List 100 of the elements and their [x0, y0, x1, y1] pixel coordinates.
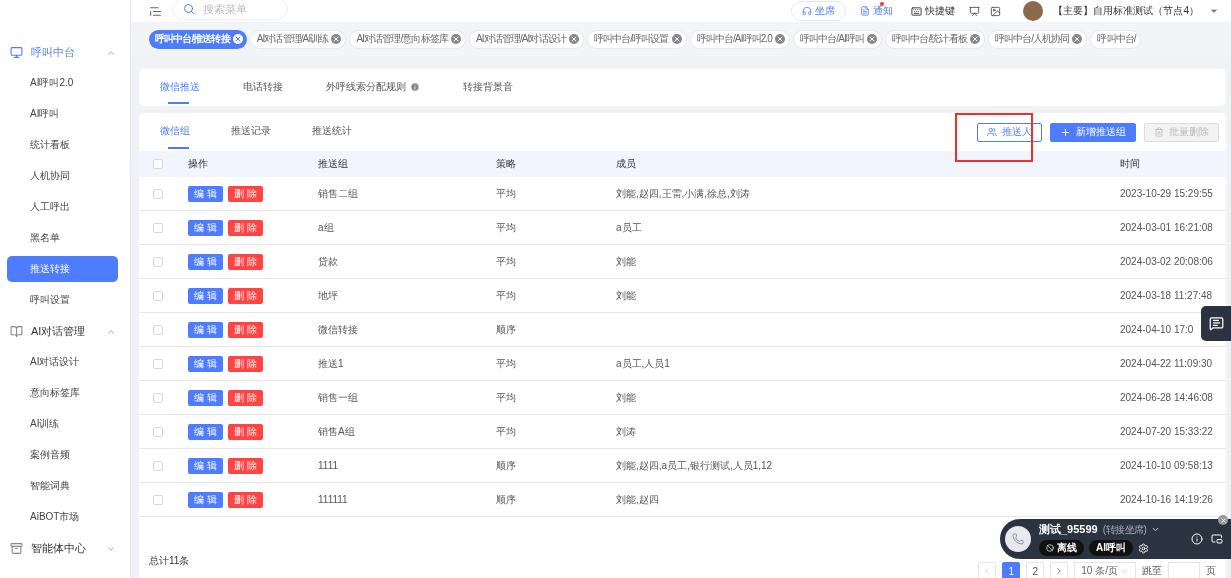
delete-button[interactable]: 删 除 — [228, 287, 263, 304]
ai-call-button[interactable]: AI呼叫 — [1089, 540, 1133, 556]
menu-group[interactable]: AI对话管理 — [0, 316, 130, 347]
tab[interactable]: 推送统计 — [312, 113, 352, 151]
settings-icon[interactable] — [1138, 542, 1149, 554]
menu-group[interactable]: 智能体中心 — [0, 533, 130, 564]
tab[interactable]: 电话转接 — [243, 69, 304, 106]
page-tab[interactable]: 呼叫中台/推送转接 — [149, 29, 247, 49]
notice-link[interactable]: 通知 — [856, 4, 898, 18]
sidebar-item[interactable]: 人工呼出 — [7, 194, 118, 220]
checkbox[interactable] — [153, 494, 163, 505]
edit-button[interactable]: 编 辑 — [188, 457, 223, 474]
edit-button[interactable]: 编 辑 — [188, 219, 223, 236]
sidebar-item[interactable]: 智能词典 — [7, 473, 118, 499]
menu-icon[interactable] — [149, 4, 162, 18]
delete-button[interactable]: 删 除 — [228, 253, 263, 270]
page-button[interactable]: 2 — [1026, 562, 1045, 578]
delete-button[interactable]: 删 除 — [228, 321, 263, 338]
checkbox[interactable] — [153, 392, 163, 403]
window-icon[interactable] — [1211, 533, 1223, 545]
sidebar-item[interactable]: 呼叫设置 — [7, 287, 118, 313]
edit-button[interactable]: 编 辑 — [188, 389, 223, 406]
sidebar-item[interactable]: 人机协同 — [7, 163, 118, 189]
edit-button[interactable]: 编 辑 — [188, 423, 223, 440]
x-icon — [332, 35, 341, 43]
checkbox[interactable] — [153, 290, 163, 301]
page-size-select[interactable]: 10 条/页 — [1074, 562, 1136, 578]
delete-button[interactable]: 删 除 — [228, 491, 263, 508]
edit-button[interactable]: 编 辑 — [188, 321, 223, 338]
sidebar-item[interactable]: 黑名单 — [7, 225, 118, 251]
delete-button[interactable]: 删 除 — [228, 219, 263, 236]
page-tab[interactable]: 呼叫中台/AI呼叫2.0 — [689, 29, 790, 49]
edit-button[interactable]: 编 辑 — [188, 355, 223, 372]
sidebar-item[interactable]: AiBOT市场 — [7, 504, 118, 530]
delete-button[interactable]: 删 除 — [228, 423, 263, 440]
chat-button[interactable] — [1201, 306, 1231, 341]
checkbox[interactable] — [153, 222, 163, 233]
tab[interactable]: 微信组 — [160, 113, 190, 151]
tab[interactable]: 外呼线索分配规则 — [326, 69, 441, 106]
sidebar-item[interactable]: AI呼叫 — [7, 101, 118, 127]
edit-button[interactable]: 编 辑 — [188, 253, 223, 270]
sidebar-item[interactable]: 统计看板 — [7, 132, 118, 158]
table-cell-text: 平均 — [496, 424, 517, 439]
tab[interactable]: 推送记录 — [231, 113, 271, 151]
info-icon[interactable] — [1191, 533, 1203, 545]
page-tab[interactable]: 呼叫中台/ — [1090, 29, 1141, 49]
checkbox[interactable] — [153, 460, 163, 471]
checkbox[interactable] — [153, 256, 163, 267]
page-tab[interactable]: 呼叫中台/统计看板 — [885, 29, 985, 49]
phone-icon[interactable] — [1005, 526, 1031, 552]
caret-icon[interactable] — [1151, 525, 1161, 534]
status-button[interactable]: 离线 — [1039, 540, 1084, 556]
delete-button[interactable]: 删 除 — [228, 185, 263, 202]
menu-group[interactable]: 呼叫中台 — [0, 37, 130, 68]
sidebar-item[interactable]: 案例音频 — [7, 442, 118, 468]
x-icon — [1073, 35, 1082, 43]
page-tab[interactable]: 呼叫中台/人机协同 — [987, 29, 1088, 49]
x-icon — [1219, 516, 1227, 524]
sidebar-item[interactable]: 推送转接 — [7, 256, 118, 282]
page-tab[interactable]: 呼叫中台/AI呼叫 — [792, 29, 883, 49]
x-icon — [569, 35, 578, 43]
checkbox[interactable] — [153, 324, 163, 335]
shortcut-link[interactable]: 快捷键 — [907, 4, 960, 18]
image-icon[interactable] — [990, 5, 1002, 17]
delete-button[interactable]: 删 除 — [228, 457, 263, 474]
close-icon[interactable] — [1218, 515, 1228, 525]
sidebar-item[interactable]: AI训练 — [7, 411, 118, 437]
page-button[interactable]: 1 — [1002, 562, 1021, 578]
delete-button[interactable]: 删 除 — [228, 355, 263, 372]
edit-button[interactable]: 编 辑 — [188, 185, 223, 202]
screen-icon[interactable] — [969, 5, 981, 17]
checkbox[interactable] — [153, 188, 163, 199]
chat-icon — [1208, 316, 1224, 331]
checkbox[interactable] — [153, 159, 163, 169]
page-tab[interactable]: AI对话管理/AI对话设计 — [468, 29, 584, 49]
edit-button[interactable]: 编 辑 — [188, 491, 223, 508]
sidebar-item[interactable]: AI对话设计 — [7, 349, 118, 375]
x-icon — [970, 35, 979, 43]
tab[interactable]: 转接背景音 — [463, 69, 534, 106]
account-name[interactable]: 【主要】自用标准测试（节点4） — [1053, 4, 1199, 18]
page-unit: 页 — [1206, 564, 1216, 578]
pusher-button[interactable]: 推送人 — [977, 122, 1042, 142]
checkbox[interactable] — [153, 426, 163, 437]
tab[interactable]: 微信推送 — [160, 69, 221, 106]
page-tab[interactable]: AI对话管理/意向标签库 — [349, 29, 466, 49]
sidebar-item[interactable]: 意向标签库 — [7, 380, 118, 406]
edit-button[interactable]: 编 辑 — [188, 287, 223, 304]
caret-icon[interactable] — [1209, 6, 1219, 16]
search-input[interactable]: 搜索菜单 — [201, 2, 281, 16]
page-tab[interactable]: AI对话管理/AI训练 — [249, 29, 347, 49]
checkbox[interactable] — [153, 358, 163, 369]
total-count: 总计11条 — [149, 554, 190, 568]
delete-button[interactable]: 删 除 — [228, 389, 263, 406]
add-group-button[interactable]: 新增推送组 — [1050, 122, 1136, 142]
sidebar-item[interactable]: AI呼叫2.0 — [7, 70, 118, 96]
page-tab[interactable]: 呼叫中台/呼叫设置 — [586, 29, 687, 49]
table-cell-text: 微信转接 — [318, 322, 359, 337]
page-input[interactable] — [1168, 562, 1200, 578]
table-cell-text: 2024-03-01 16:21:08 — [1120, 222, 1214, 233]
seat-button[interactable]: 坐席 — [791, 1, 847, 21]
